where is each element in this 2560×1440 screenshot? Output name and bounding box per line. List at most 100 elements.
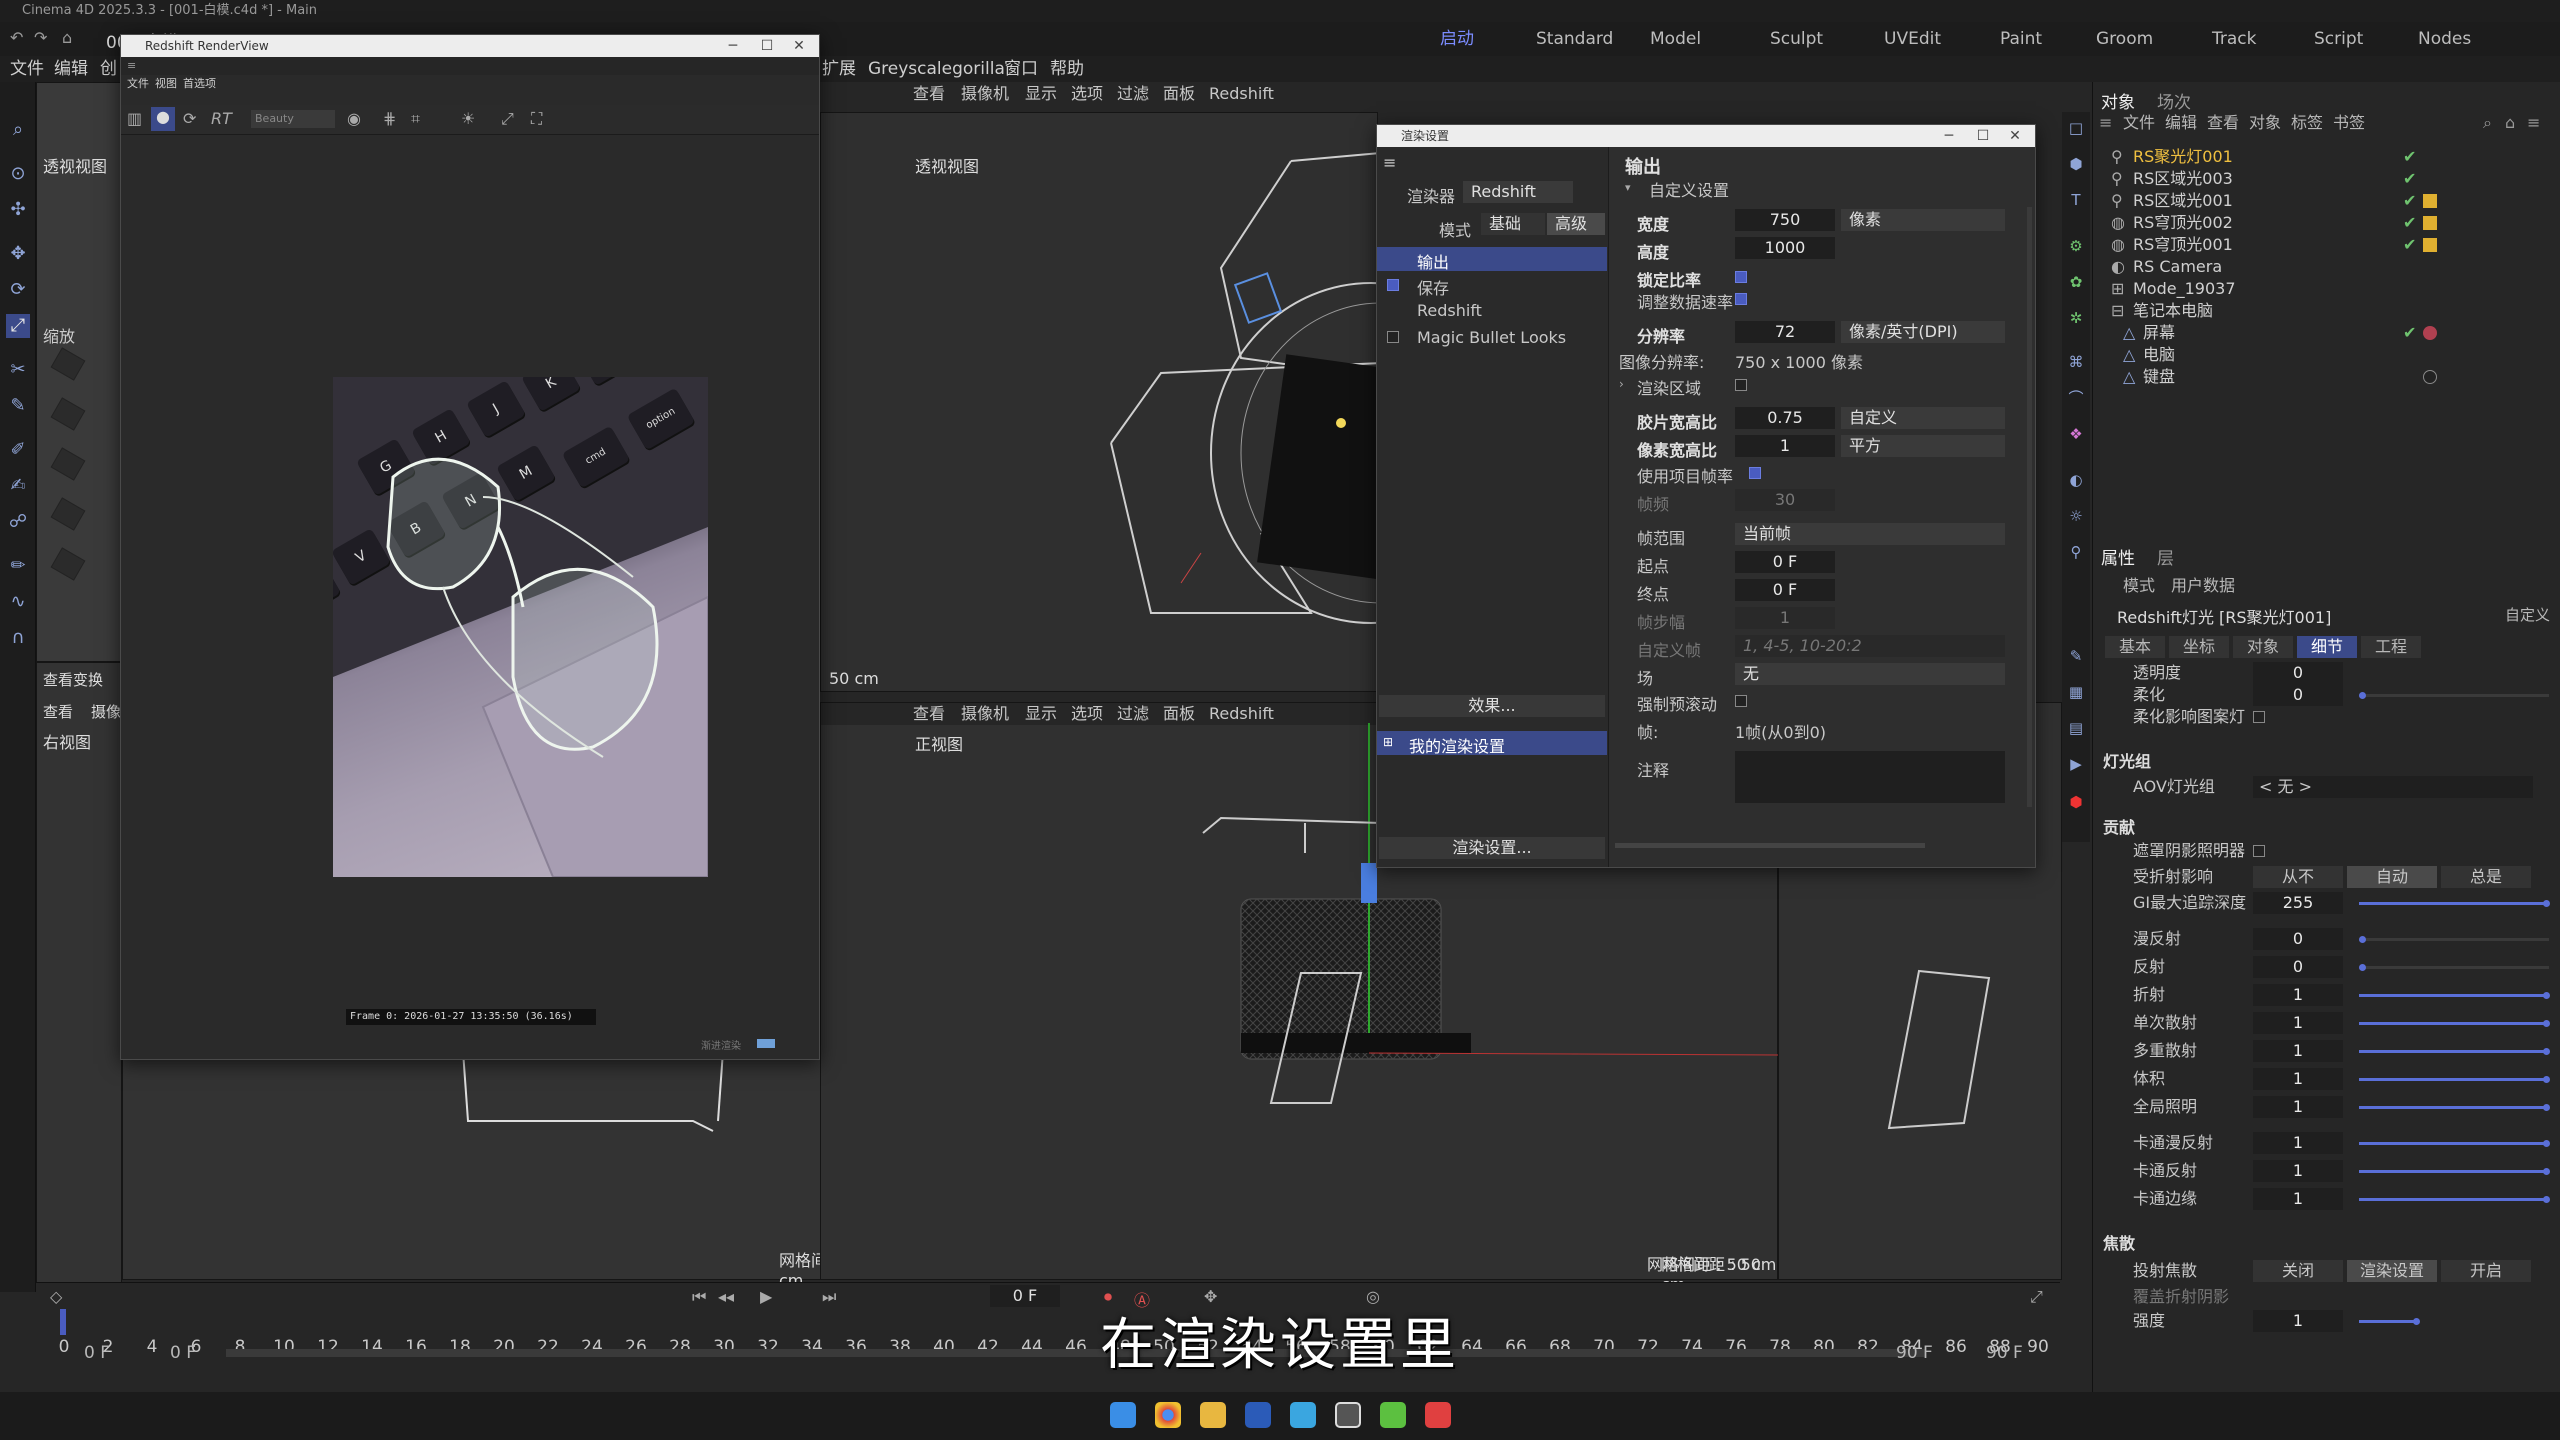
object-row[interactable]: △ 键盘: [2093, 366, 2560, 388]
close-icon[interactable]: ✕: [783, 35, 815, 57]
vp-menu-view[interactable]: 查看: [43, 701, 73, 722]
menu-window[interactable]: 窗口: [1004, 56, 1038, 82]
range-end[interactable]: 90 F: [1986, 1341, 2023, 1365]
renderer-select[interactable]: Redshift: [1463, 181, 1573, 203]
start-field[interactable]: 0 F: [1735, 551, 1835, 573]
menu-create[interactable]: 创: [100, 56, 117, 82]
paint-icon[interactable]: ✍: [6, 474, 30, 498]
object-row[interactable]: ⊞ Mode_19037: [2093, 278, 2560, 300]
attr-menu-mode[interactable]: 模式: [2123, 572, 2155, 596]
attr-value[interactable]: 1: [2253, 1068, 2343, 1090]
width-field[interactable]: 750: [1735, 209, 1835, 231]
menu-file[interactable]: 文件: [10, 56, 44, 82]
slider-handle[interactable]: [2543, 900, 2550, 907]
visible-check-icon[interactable]: ✔: [2403, 234, 2416, 256]
visible-check-icon[interactable]: ✔: [2403, 190, 2416, 212]
vp-menu-display[interactable]: 显示: [1025, 83, 1057, 105]
frame-range-select[interactable]: 当前帧: [1735, 523, 2005, 545]
menu-icon[interactable]: ≡: [1383, 153, 1396, 172]
subtab-coord[interactable]: 坐标: [2169, 636, 2229, 658]
minimize-icon[interactable]: ─: [717, 35, 749, 57]
tag-icon[interactable]: [2423, 194, 2437, 208]
obj-menu-file[interactable]: 文件: [2123, 112, 2155, 134]
primitive-icon[interactable]: ⬢: [2066, 154, 2086, 174]
expand-icon[interactable]: ⤢: [2030, 1287, 2043, 1307]
brush-icon[interactable]: ✐: [6, 438, 30, 462]
pencil-icon[interactable]: ✏: [6, 554, 30, 578]
explorer-icon[interactable]: [1200, 1402, 1226, 1428]
deformer-icon[interactable]: ✿: [2066, 272, 2086, 292]
my-render-settings[interactable]: ⊞ 我的渲染设置: [1377, 731, 1607, 756]
vp-menu-redshift[interactable]: Redshift: [1209, 83, 1274, 105]
end-field[interactable]: 0 F: [1735, 579, 1835, 601]
maximize-icon[interactable]: ☐: [751, 35, 783, 57]
object-row[interactable]: ◍ RS穹顶光001 ✔: [2093, 234, 2560, 256]
layout-tab-track[interactable]: Track: [2212, 22, 2256, 56]
subtab-object[interactable]: 对象: [2233, 636, 2293, 658]
app-icon[interactable]: [1380, 1402, 1406, 1428]
pixel-aspect-select[interactable]: 平方: [1841, 435, 2005, 457]
object-row[interactable]: △ 电脑: [2093, 344, 2560, 366]
rv-menu-file[interactable]: 文件: [127, 75, 149, 93]
viewport-perspective[interactable]: 查看 摄像机 显示 选项 过滤 面板 Redshift 透视视图 50 cm: [820, 83, 1379, 692]
render-settings-dialog[interactable]: 渲染设置 ─ ☐ ✕ ≡ 渲染器 Redshift 模式 基础 高级 输出 保存…: [1376, 124, 2036, 868]
preset-select[interactable]: 自定义设置: [1649, 177, 1729, 201]
obj-menu-tags[interactable]: 标签: [2291, 112, 2323, 134]
edit-icon[interactable]: ✎: [2066, 646, 2086, 666]
material-icon[interactable]: [2423, 326, 2437, 340]
visible-check-icon[interactable]: ✔: [2403, 168, 2416, 190]
object-row[interactable]: ◍ RS穹顶光002 ✔: [2093, 212, 2560, 234]
attr-value[interactable]: 0: [2253, 684, 2343, 706]
fit-icon[interactable]: ⤢: [501, 109, 514, 129]
last-frame-icon[interactable]: ⏭: [822, 1287, 836, 1307]
refract-never[interactable]: 从不: [2253, 866, 2343, 888]
visible-check-icon[interactable]: ✔: [2403, 322, 2416, 344]
attr-value[interactable]: 0: [2253, 662, 2343, 684]
film-aspect-select[interactable]: 自定义: [1841, 407, 2005, 429]
vp-menu-view[interactable]: 查看: [913, 83, 945, 105]
rv-menu-view[interactable]: 视图: [155, 75, 177, 93]
attr-preset-select[interactable]: 自定义: [2505, 604, 2550, 625]
horizontal-scrollbar[interactable]: [1615, 843, 1925, 848]
object-row[interactable]: ⊟ 笔记本电脑: [2093, 300, 2560, 322]
search-icon[interactable]: ⌕: [6, 118, 30, 142]
chevron-down-icon[interactable]: ▾: [1625, 181, 1631, 194]
section-contribution[interactable]: 贡献: [2103, 814, 2135, 838]
attr-checkbox[interactable]: [2253, 845, 2265, 857]
obj-menu-view[interactable]: 查看: [2207, 112, 2239, 134]
render-settings-button[interactable]: 渲染设置...: [1379, 837, 1605, 859]
save-checkbox[interactable]: [1387, 279, 1399, 291]
layout-tab-start[interactable]: 启动: [1440, 22, 1474, 56]
slider-handle[interactable]: [2359, 692, 2366, 699]
vp-menu-panel[interactable]: 面板: [1163, 83, 1195, 105]
film-aspect-field[interactable]: 0.75: [1735, 407, 1835, 429]
attr-value[interactable]: 1: [2253, 1188, 2343, 1210]
region-checkbox[interactable]: [1735, 379, 1747, 391]
subtab-details[interactable]: 细节: [2297, 636, 2357, 658]
layout-tab-model[interactable]: Model: [1650, 22, 1701, 56]
visible-check-icon[interactable]: ✔: [2403, 212, 2416, 234]
light-icon[interactable]: ☼: [2066, 506, 2086, 526]
layout-tab-uvedit[interactable]: UVEdit: [1884, 22, 1941, 56]
move-icon[interactable]: ✥: [6, 242, 30, 266]
redshift-icon[interactable]: ⬢: [2066, 792, 2086, 812]
slider-handle[interactable]: [2543, 1104, 2550, 1111]
tree-item-save[interactable]: 保存: [1417, 275, 1449, 299]
viewport-lower-left[interactable]: 网格间距 : 50 cm: [122, 1050, 908, 1290]
redo-icon[interactable]: ↷: [34, 28, 47, 47]
effects-button[interactable]: 效果...: [1379, 695, 1605, 717]
scene-icon[interactable]: ⚲: [2066, 542, 2086, 562]
close-icon[interactable]: ✕: [1999, 125, 2031, 147]
tree-item-output[interactable]: 输出: [1377, 247, 1607, 272]
attr-value[interactable]: 1: [2253, 1160, 2343, 1182]
scale-icon[interactable]: ⤢: [6, 314, 30, 338]
slider-handle[interactable]: [2543, 1140, 2550, 1147]
layout-tab-sculpt[interactable]: Sculpt: [1770, 22, 1823, 56]
vp-menu-camera[interactable]: 摄像: [91, 701, 121, 722]
slider-handle[interactable]: [2359, 964, 2366, 971]
menu-icon[interactable]: ≡: [127, 57, 136, 75]
attr-value[interactable]: 1: [2253, 984, 2343, 1006]
attr-value[interactable]: 0: [2253, 956, 2343, 978]
photos-icon[interactable]: [1290, 1402, 1316, 1428]
play-icon[interactable]: ▶: [760, 1287, 772, 1306]
